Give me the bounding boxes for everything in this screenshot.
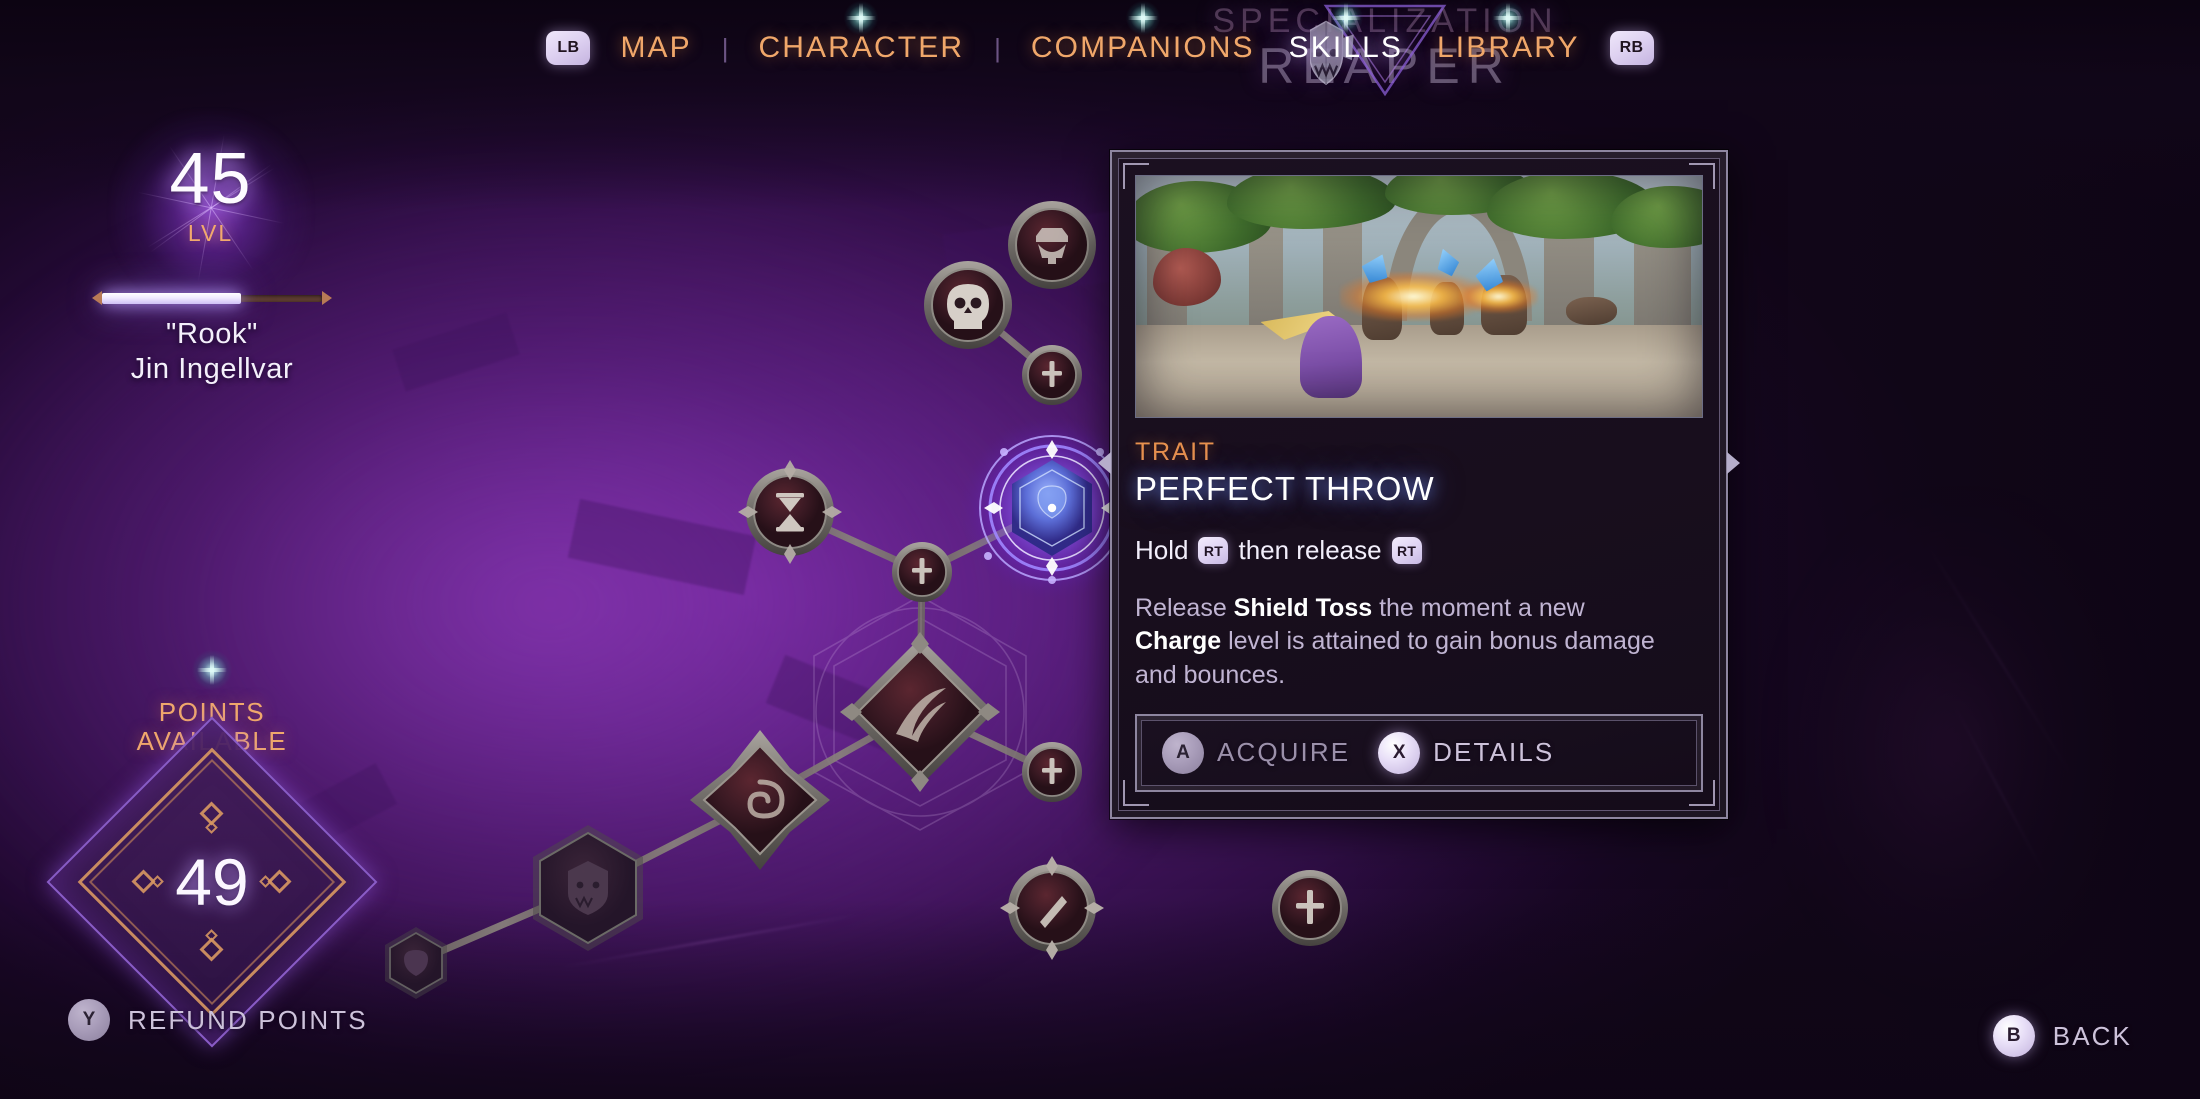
back-label: BACK: [2052, 1020, 2132, 1051]
sparkle-icon: [1491, 1, 1526, 35]
points-available-value: 49: [175, 845, 249, 919]
nav-tab-character-label: CHARACTER: [758, 31, 965, 64]
nav-separator: |: [721, 32, 729, 63]
sparkle-icon: [1125, 1, 1160, 35]
nav-tab-companions-label: COMPANIONS: [1030, 31, 1255, 64]
details-label: DETAILS: [1433, 737, 1555, 768]
tooltip-arrow-left: [1098, 452, 1111, 474]
input-hint-prefix: Hold: [1135, 535, 1189, 565]
desc-part: the moment a new: [1372, 594, 1585, 622]
desc-part-bold: Shield Toss: [1233, 594, 1373, 622]
skill-title: PERFECT THROW: [1135, 470, 1435, 507]
right-bumper-button[interactable]: RB: [1609, 31, 1654, 65]
skill-input-hint: Hold RT then release RT: [1135, 535, 1703, 566]
tooltip-corner: [1123, 779, 1149, 806]
nav-tab-library-label: LIBRARY: [1437, 31, 1580, 64]
sparkle-icon: [1328, 1, 1363, 35]
gamepad-y-button-icon: Y: [68, 999, 110, 1041]
nav-tab-skills[interactable]: SKILLS: [1285, 1, 1407, 65]
gamepad-b-button-icon: B: [1992, 1015, 2035, 1057]
details-button[interactable]: X DETAILS: [1378, 731, 1555, 774]
experience-bar-cap-left: [92, 291, 102, 305]
nav-tab-library[interactable]: LIBRARY: [1433, 1, 1584, 65]
refund-points-label: REFUND POINTS: [128, 1004, 368, 1035]
tooltip-corner: [1689, 779, 1715, 806]
right-trigger-button-icon: RT: [1391, 537, 1422, 564]
tooltip-arrow-right: [1727, 452, 1740, 474]
skill-kind-label: TRAIT: [1135, 438, 1216, 466]
experience-bar: [92, 290, 332, 306]
nav-tab-skills-label: SKILLS: [1288, 31, 1404, 64]
experience-bar-cap-right: [322, 291, 332, 305]
nav-separator: |: [994, 32, 1001, 63]
level-label: LVL: [187, 220, 234, 246]
points-available-diamond: 49: [46, 716, 378, 1048]
desc-part-bold: Charge: [1135, 627, 1222, 656]
nav-tab-map-label: MAP: [620, 31, 692, 64]
top-navigation: LB MAP | CHARACTER | COMPANIONS SKILLS L…: [0, 0, 2200, 96]
right-trigger-button-icon: RT: [1198, 537, 1229, 564]
gamepad-x-button-icon: X: [1378, 731, 1421, 774]
nav-tab-character[interactable]: CHARACTER: [755, 1, 969, 65]
sparkle-icon: [844, 1, 879, 35]
character-full-name: Jin Ingellvar: [130, 353, 294, 385]
nav-tab-map[interactable]: MAP: [616, 31, 695, 65]
skill-description: Release Shield Toss the moment a new Cha…: [1135, 592, 1655, 692]
acquire-label: ACQUIRE: [1217, 737, 1351, 768]
level-badge: 45 LVL: [98, 111, 323, 312]
back-button[interactable]: B BACK: [1992, 1015, 2132, 1057]
input-hint-middle: then release: [1238, 535, 1382, 565]
left-bumper-button[interactable]: LB: [546, 31, 591, 65]
sparkle-icon: [192, 650, 232, 690]
gamepad-a-button-icon: A: [1162, 731, 1204, 774]
tooltip-action-bar: A ACQUIRE X DETAILS: [1135, 713, 1703, 792]
character-nickname: "Rook": [166, 318, 258, 350]
experience-bar-fill: [102, 293, 241, 304]
desc-part: Release: [1135, 594, 1234, 622]
background: [0, 0, 2200, 1099]
nav-tab-companions[interactable]: COMPANIONS: [1027, 1, 1259, 65]
acquire-button[interactable]: A ACQUIRE: [1162, 731, 1351, 774]
refund-points-button[interactable]: Y REFUND POINTS: [68, 999, 368, 1041]
level-value: 45: [169, 139, 252, 219]
skill-detail-tooltip: TRAIT PERFECT THROW Hold RT then release…: [1098, 150, 1740, 819]
character-name-block: "Rook" Jin Ingellvar: [40, 318, 384, 386]
skill-preview-video: [1135, 175, 1703, 418]
